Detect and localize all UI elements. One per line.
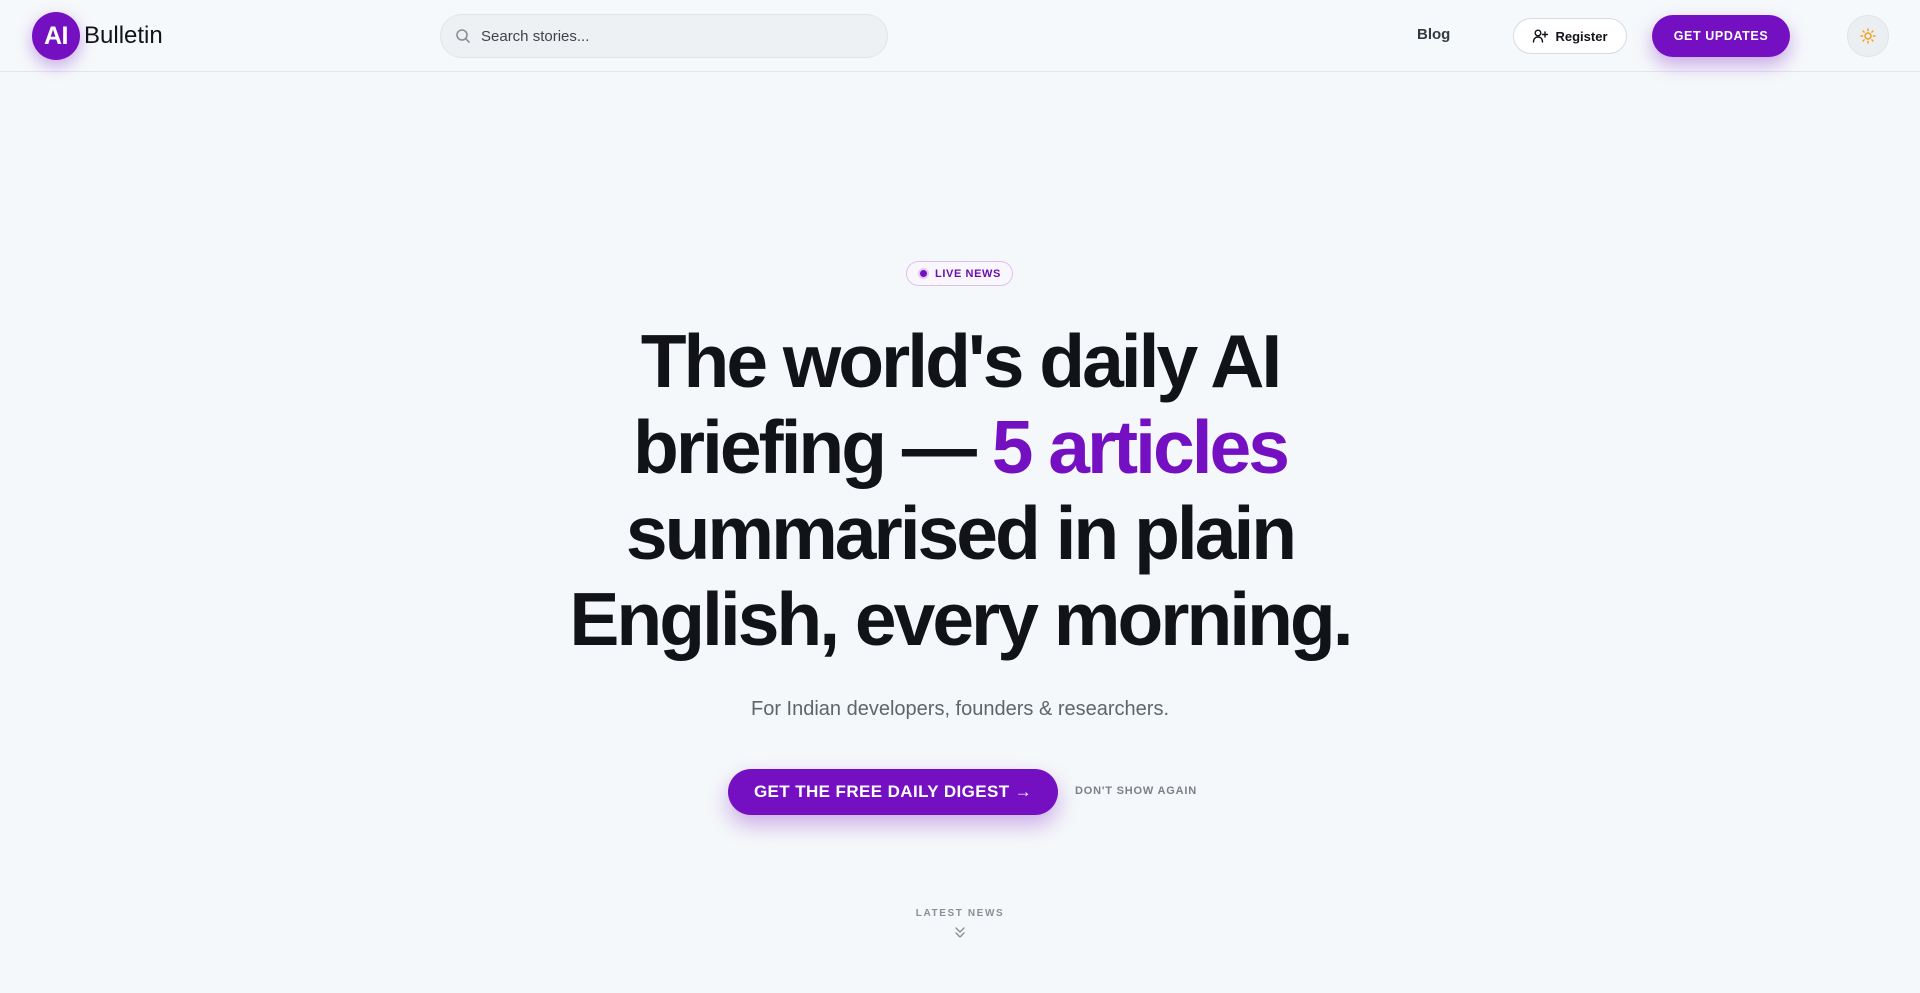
site-header: AI Bulletin Blog Register GET UPDATES: [0, 0, 1920, 72]
search-input[interactable]: [481, 16, 861, 56]
free-digest-button[interactable]: GET THE FREE DAILY DIGEST →: [728, 769, 1058, 815]
get-updates-button[interactable]: GET UPDATES: [1652, 15, 1790, 57]
logo-badge: AI: [32, 12, 80, 60]
register-button[interactable]: Register: [1513, 18, 1627, 54]
headline-accent: 5 articles: [991, 405, 1290, 489]
live-news-label: LIVE NEWS: [935, 267, 1001, 280]
headline-line-2-text: briefing —: [633, 405, 977, 489]
register-label: Register: [1555, 28, 1608, 44]
chevrons-down-icon[interactable]: [953, 925, 967, 939]
hero-headline: The world's daily AI briefing — 5 articl…: [460, 318, 1460, 662]
logo-text: Bulletin: [84, 22, 163, 49]
live-news-badge: LIVE NEWS: [906, 261, 1013, 286]
logo-link[interactable]: AI Bulletin: [32, 12, 163, 60]
latest-news-label: LATEST NEWS: [915, 908, 1005, 919]
nav-link-blog[interactable]: Blog: [1417, 26, 1450, 43]
headline-line-1: The world's daily AI: [640, 319, 1283, 403]
hero-subtitle: For Indian developers, founders & resear…: [751, 698, 1169, 720]
headline-line-3: summarised in plain: [625, 491, 1297, 575]
theme-toggle-button[interactable]: [1847, 15, 1889, 57]
headline-line-2: briefing — 5 articles: [460, 404, 1460, 490]
search-bar[interactable]: [440, 14, 888, 58]
user-plus-icon: [1533, 29, 1549, 43]
headline-line-4: English, every morning.: [569, 577, 1353, 661]
search-icon: [456, 29, 470, 43]
live-dot-icon: [918, 268, 930, 279]
dont-show-again-link[interactable]: DON'T SHOW AGAIN: [1075, 785, 1197, 797]
sun-icon: [1860, 28, 1876, 44]
